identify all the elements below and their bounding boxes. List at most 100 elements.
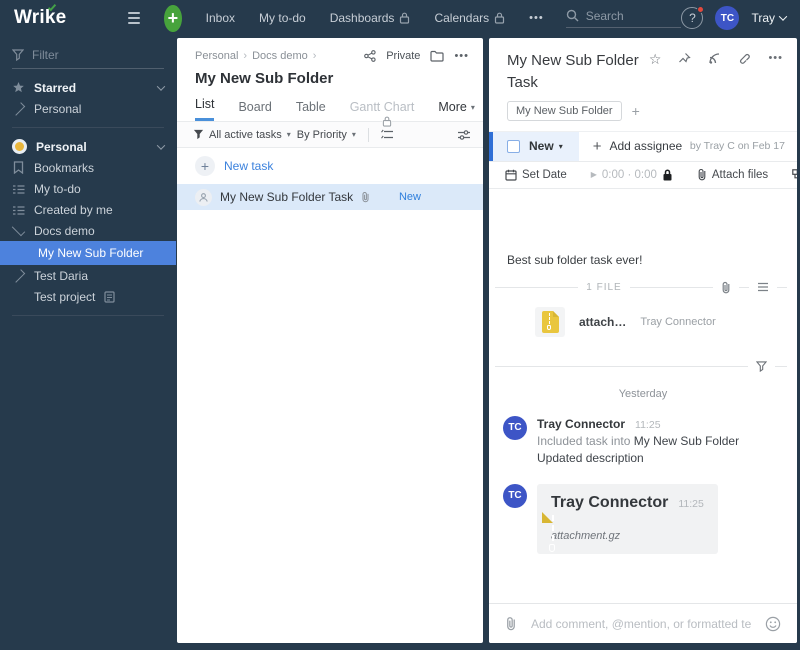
status-dropdown[interactable]: New ▾ xyxy=(493,131,579,161)
paperclip-icon[interactable] xyxy=(505,616,517,631)
activity-divider xyxy=(489,337,797,372)
activity-entry: TC Tray Connector 11:25 Included task in… xyxy=(489,400,797,468)
comment-input[interactable] xyxy=(531,616,751,631)
sidebar-item-my-new-sub-folder[interactable]: My New Sub Folder xyxy=(0,241,176,265)
share-icon[interactable] xyxy=(364,50,376,62)
list-settings-icon[interactable] xyxy=(457,129,471,141)
user-avatar[interactable]: TC xyxy=(715,6,740,30)
sidebar-item-test-project[interactable]: Test project xyxy=(0,286,176,307)
sidebar-item-created-by-me[interactable]: Created by me xyxy=(0,199,176,220)
search-input[interactable] xyxy=(585,8,682,23)
activity-line: Included task into My New Sub Folder xyxy=(537,433,740,448)
create-new-button[interactable]: + xyxy=(164,4,182,32)
sidebar-item-my-todo[interactable]: My to-do xyxy=(0,178,176,199)
comment-bar xyxy=(489,603,797,643)
global-search[interactable] xyxy=(565,8,682,28)
follow-rss-icon[interactable] xyxy=(708,52,721,65)
breadcrumb-personal[interactable]: Personal xyxy=(195,50,238,62)
breadcrumb-docs-demo[interactable]: Docs demo xyxy=(252,50,308,62)
menu-icon[interactable] xyxy=(128,12,141,24)
task-toolbar: Set Date ▶ 0:00 · 0:00 Attach files Add … xyxy=(489,160,797,189)
subtasks-toggle-icon[interactable] xyxy=(380,129,394,140)
add-tag-icon[interactable]: + xyxy=(632,103,640,119)
pin-icon[interactable] xyxy=(678,52,692,65)
add-dependency-button[interactable]: Add dependency xyxy=(792,168,797,181)
nav-my-todo[interactable]: My to-do xyxy=(259,11,306,25)
task-row[interactable]: My New Sub Folder Task New xyxy=(177,184,483,210)
author-byline: by Tray C on Feb 17 xyxy=(689,140,785,152)
activity-time: 11:25 xyxy=(635,418,661,431)
nav-dashboards[interactable]: Dashboards xyxy=(330,11,411,25)
folder-panel: Personal › Docs demo › Private ••• My Ne… xyxy=(177,38,483,643)
plus-icon: + xyxy=(167,8,179,28)
tab-gantt-chart[interactable]: Gantt Chart xyxy=(350,100,414,127)
activity-author[interactable]: Tray Connector xyxy=(537,416,625,433)
app-window: Wrike + Inbox My to-do Dashboards Calend… xyxy=(0,0,800,650)
wrike-logo-text: Wrike xyxy=(14,7,67,28)
tab-table[interactable]: Table xyxy=(296,100,326,121)
list-filter-toolbar: All active tasks ▾ By Priority ▾ xyxy=(177,121,483,148)
sidebar-divider xyxy=(12,127,164,128)
activity-line: Updated description xyxy=(537,451,644,466)
project-icon xyxy=(104,290,115,303)
lock-icon xyxy=(382,116,393,127)
tab-list[interactable]: List xyxy=(195,97,215,121)
add-assignee-button[interactable]: + Add assignee xyxy=(579,138,683,155)
created-list-icon xyxy=(12,204,25,216)
privacy-label[interactable]: Private xyxy=(386,50,420,62)
task-more-icon[interactable]: ••• xyxy=(768,52,783,64)
activity-author[interactable]: Tray Connector xyxy=(551,494,668,512)
sort-by-priority[interactable]: By Priority ▾ xyxy=(297,129,356,141)
space-avatar-icon xyxy=(12,139,27,154)
activity-filter-icon[interactable] xyxy=(756,360,767,372)
attachment-name[interactable]: attachment.gz xyxy=(551,530,704,542)
nav-calendars[interactable]: Calendars xyxy=(434,11,505,25)
calendar-icon xyxy=(505,169,517,181)
folder-tag[interactable]: My New Sub Folder xyxy=(507,100,622,121)
new-task-button[interactable]: + New task xyxy=(177,148,483,184)
user-menu[interactable]: Tray xyxy=(751,11,788,25)
star-icon[interactable]: ☆ xyxy=(649,52,662,66)
dependency-icon xyxy=(792,168,797,181)
emoji-icon[interactable] xyxy=(765,616,781,632)
file-row[interactable]: attach… Tray Connector xyxy=(489,294,797,337)
wrike-logo[interactable]: Wrike xyxy=(14,2,67,29)
attach-files-button[interactable]: Attach files xyxy=(697,168,768,181)
plus-icon: + xyxy=(592,137,602,155)
task-description[interactable]: Best sub folder task ever! xyxy=(489,189,797,267)
search-icon xyxy=(566,9,579,22)
view-tabs: List Board Table Gantt Chart More ▾ xyxy=(177,87,483,127)
filter-input[interactable] xyxy=(32,48,164,62)
paperclip-icon xyxy=(361,191,370,203)
task-complete-checkbox[interactable] xyxy=(507,139,520,153)
sidebar: Starred Personal Personal Bookmarks My t… xyxy=(0,38,176,650)
todo-list-icon xyxy=(12,183,25,195)
plus-icon: + xyxy=(195,156,215,176)
sidebar-item-test-daria[interactable]: Test Daria xyxy=(0,265,176,286)
sidebar-item-docs-demo[interactable]: Docs demo xyxy=(0,220,176,241)
sidebar-item-bookmarks[interactable]: Bookmarks xyxy=(0,157,176,178)
folder-title: My New Sub Folder xyxy=(195,70,334,87)
tab-board[interactable]: Board xyxy=(238,100,271,121)
tab-more[interactable]: More ▾ xyxy=(438,100,475,121)
sidebar-space-personal[interactable]: Personal xyxy=(0,136,176,157)
time-tracker[interactable]: ▶ 0:00 · 0:00 xyxy=(591,169,673,181)
sidebar-section-starred[interactable]: Starred xyxy=(0,77,176,98)
folder-icon[interactable] xyxy=(430,50,445,62)
sidebar-filter[interactable] xyxy=(12,48,164,69)
top-more-icon[interactable]: ••• xyxy=(529,12,544,24)
sidebar-starred-personal[interactable]: Personal xyxy=(0,98,176,119)
task-title[interactable]: My New Sub Folder Task xyxy=(507,50,649,94)
file-list-view-icon[interactable] xyxy=(757,282,769,292)
file-name[interactable]: attach… xyxy=(579,315,626,329)
permalink-icon[interactable] xyxy=(738,52,751,65)
help-button[interactable]: ? xyxy=(681,6,705,29)
chevron-right-icon xyxy=(11,101,26,116)
active-tasks-filter[interactable]: All active tasks ▾ xyxy=(193,129,291,141)
paperclip-icon[interactable] xyxy=(721,281,731,294)
status-row: New ▾ + Add assignee by Tray C on Feb 17 xyxy=(489,130,797,161)
attachment-card[interactable]: Tray Connector 11:25 attachment.gz xyxy=(537,483,718,554)
set-date-button[interactable]: Set Date xyxy=(505,169,567,181)
nav-inbox[interactable]: Inbox xyxy=(206,11,235,25)
folder-more-icon[interactable]: ••• xyxy=(454,50,469,62)
